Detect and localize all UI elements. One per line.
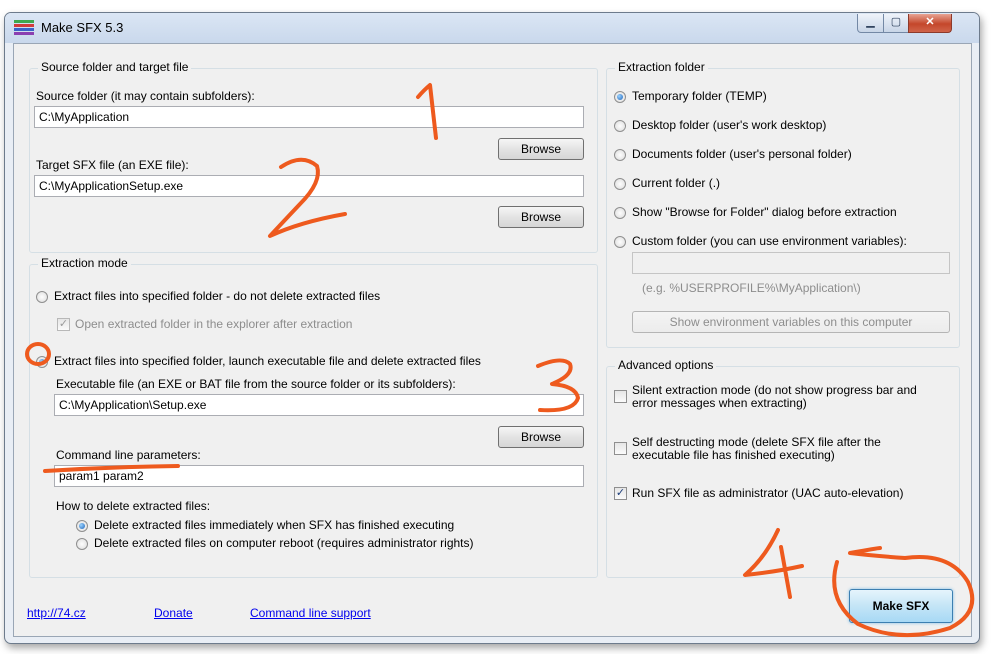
folder-desktop-radio[interactable] bbox=[614, 120, 626, 132]
make-sfx-button[interactable]: Make SFX bbox=[849, 589, 953, 623]
window-title: Make SFX 5.3 bbox=[41, 20, 124, 35]
folder-current-label: Current folder (.) bbox=[632, 176, 721, 190]
close-button[interactable]: ✕ bbox=[908, 14, 952, 33]
delete-immediately-radio[interactable] bbox=[76, 520, 88, 532]
command-params-input[interactable]: param1 param2 bbox=[54, 465, 584, 487]
source-folder-input[interactable]: C:\MyApplication bbox=[34, 106, 584, 128]
source-folder-label: Source folder (it may contain subfolders… bbox=[36, 89, 255, 103]
show-env-vars-button[interactable]: Show environment variables on this compu… bbox=[632, 311, 950, 333]
run-as-admin-label: Run SFX file as administrator (UAC auto-… bbox=[632, 486, 904, 500]
custom-folder-input[interactable] bbox=[632, 252, 950, 274]
silent-mode-label-line2: error messages when extracting) bbox=[632, 396, 807, 410]
maximize-button[interactable]: ▢ bbox=[883, 14, 909, 33]
open-explorer-label: Open extracted folder in the explorer af… bbox=[75, 317, 353, 331]
delete-on-reboot-radio[interactable] bbox=[76, 538, 88, 550]
folder-browse-dialog-label: Show "Browse for Folder" dialog before e… bbox=[632, 205, 897, 219]
exe-file-label: Executable file (an EXE or BAT file from… bbox=[56, 377, 456, 391]
delete-on-reboot-label: Delete extracted files on computer reboo… bbox=[94, 536, 474, 550]
exe-browse-button[interactable]: Browse bbox=[498, 426, 584, 448]
website-link[interactable]: http://74.cz bbox=[27, 606, 86, 620]
extraction-folder-label: Extraction folder bbox=[615, 60, 708, 74]
target-browse-button[interactable]: Browse bbox=[498, 206, 584, 228]
folder-temp-label: Temporary folder (TEMP) bbox=[632, 89, 767, 103]
self-destruct-label-line1: Self destructing mode (delete SFX file a… bbox=[632, 435, 881, 449]
folder-temp-radio[interactable] bbox=[614, 91, 626, 103]
advanced-options-label: Advanced options bbox=[615, 358, 717, 372]
delete-method-label: How to delete extracted files: bbox=[56, 499, 211, 513]
folder-browse-dialog-radio[interactable] bbox=[614, 207, 626, 219]
folder-custom-label: Custom folder (you can use environment v… bbox=[632, 234, 907, 248]
exe-file-input[interactable]: C:\MyApplication\Setup.exe bbox=[54, 394, 584, 416]
mode-keep-files-radio[interactable] bbox=[36, 291, 48, 303]
custom-folder-example: (e.g. %USERPROFILE%\MyApplication\) bbox=[642, 281, 861, 295]
dialog-client: Source folder and target file Source fol… bbox=[13, 43, 972, 637]
donate-link[interactable]: Donate bbox=[154, 606, 193, 620]
folder-custom-radio[interactable] bbox=[614, 236, 626, 248]
delete-immediately-label: Delete extracted files immediately when … bbox=[94, 518, 455, 532]
source-browse-button[interactable]: Browse bbox=[498, 138, 584, 160]
command-line-support-link[interactable]: Command line support bbox=[250, 606, 371, 620]
silent-mode-label-line1: Silent extraction mode (do not show prog… bbox=[632, 383, 917, 397]
mode-keep-files-label: Extract files into specified folder - do… bbox=[54, 289, 381, 303]
source-group-label: Source folder and target file bbox=[38, 60, 192, 74]
open-explorer-checkbox[interactable]: ✓ bbox=[57, 318, 70, 331]
folder-documents-label: Documents folder (user's personal folder… bbox=[632, 147, 852, 161]
mode-launch-delete-radio[interactable] bbox=[36, 356, 48, 368]
extraction-mode-label: Extraction mode bbox=[38, 256, 131, 270]
target-file-input[interactable]: C:\MyApplicationSetup.exe bbox=[34, 175, 584, 197]
self-destruct-checkbox[interactable] bbox=[614, 442, 627, 455]
command-params-label: Command line parameters: bbox=[56, 448, 201, 462]
target-file-label: Target SFX file (an EXE file): bbox=[36, 158, 189, 172]
app-icon bbox=[14, 20, 34, 36]
run-as-admin-checkbox[interactable]: ✓ bbox=[614, 487, 627, 500]
self-destruct-label-line2: executable file has finished executing) bbox=[632, 448, 835, 462]
minimize-button[interactable]: ▁ bbox=[857, 14, 884, 33]
title-bar[interactable]: Make SFX 5.3 ▁ ▢ ✕ bbox=[5, 13, 979, 43]
folder-current-radio[interactable] bbox=[614, 178, 626, 190]
main-window: Make SFX 5.3 ▁ ▢ ✕ Source folder and tar… bbox=[4, 12, 980, 644]
folder-documents-radio[interactable] bbox=[614, 149, 626, 161]
folder-desktop-label: Desktop folder (user's work desktop) bbox=[632, 118, 827, 132]
mode-launch-delete-label: Extract files into specified folder, lau… bbox=[54, 354, 481, 368]
silent-mode-checkbox[interactable] bbox=[614, 390, 627, 403]
